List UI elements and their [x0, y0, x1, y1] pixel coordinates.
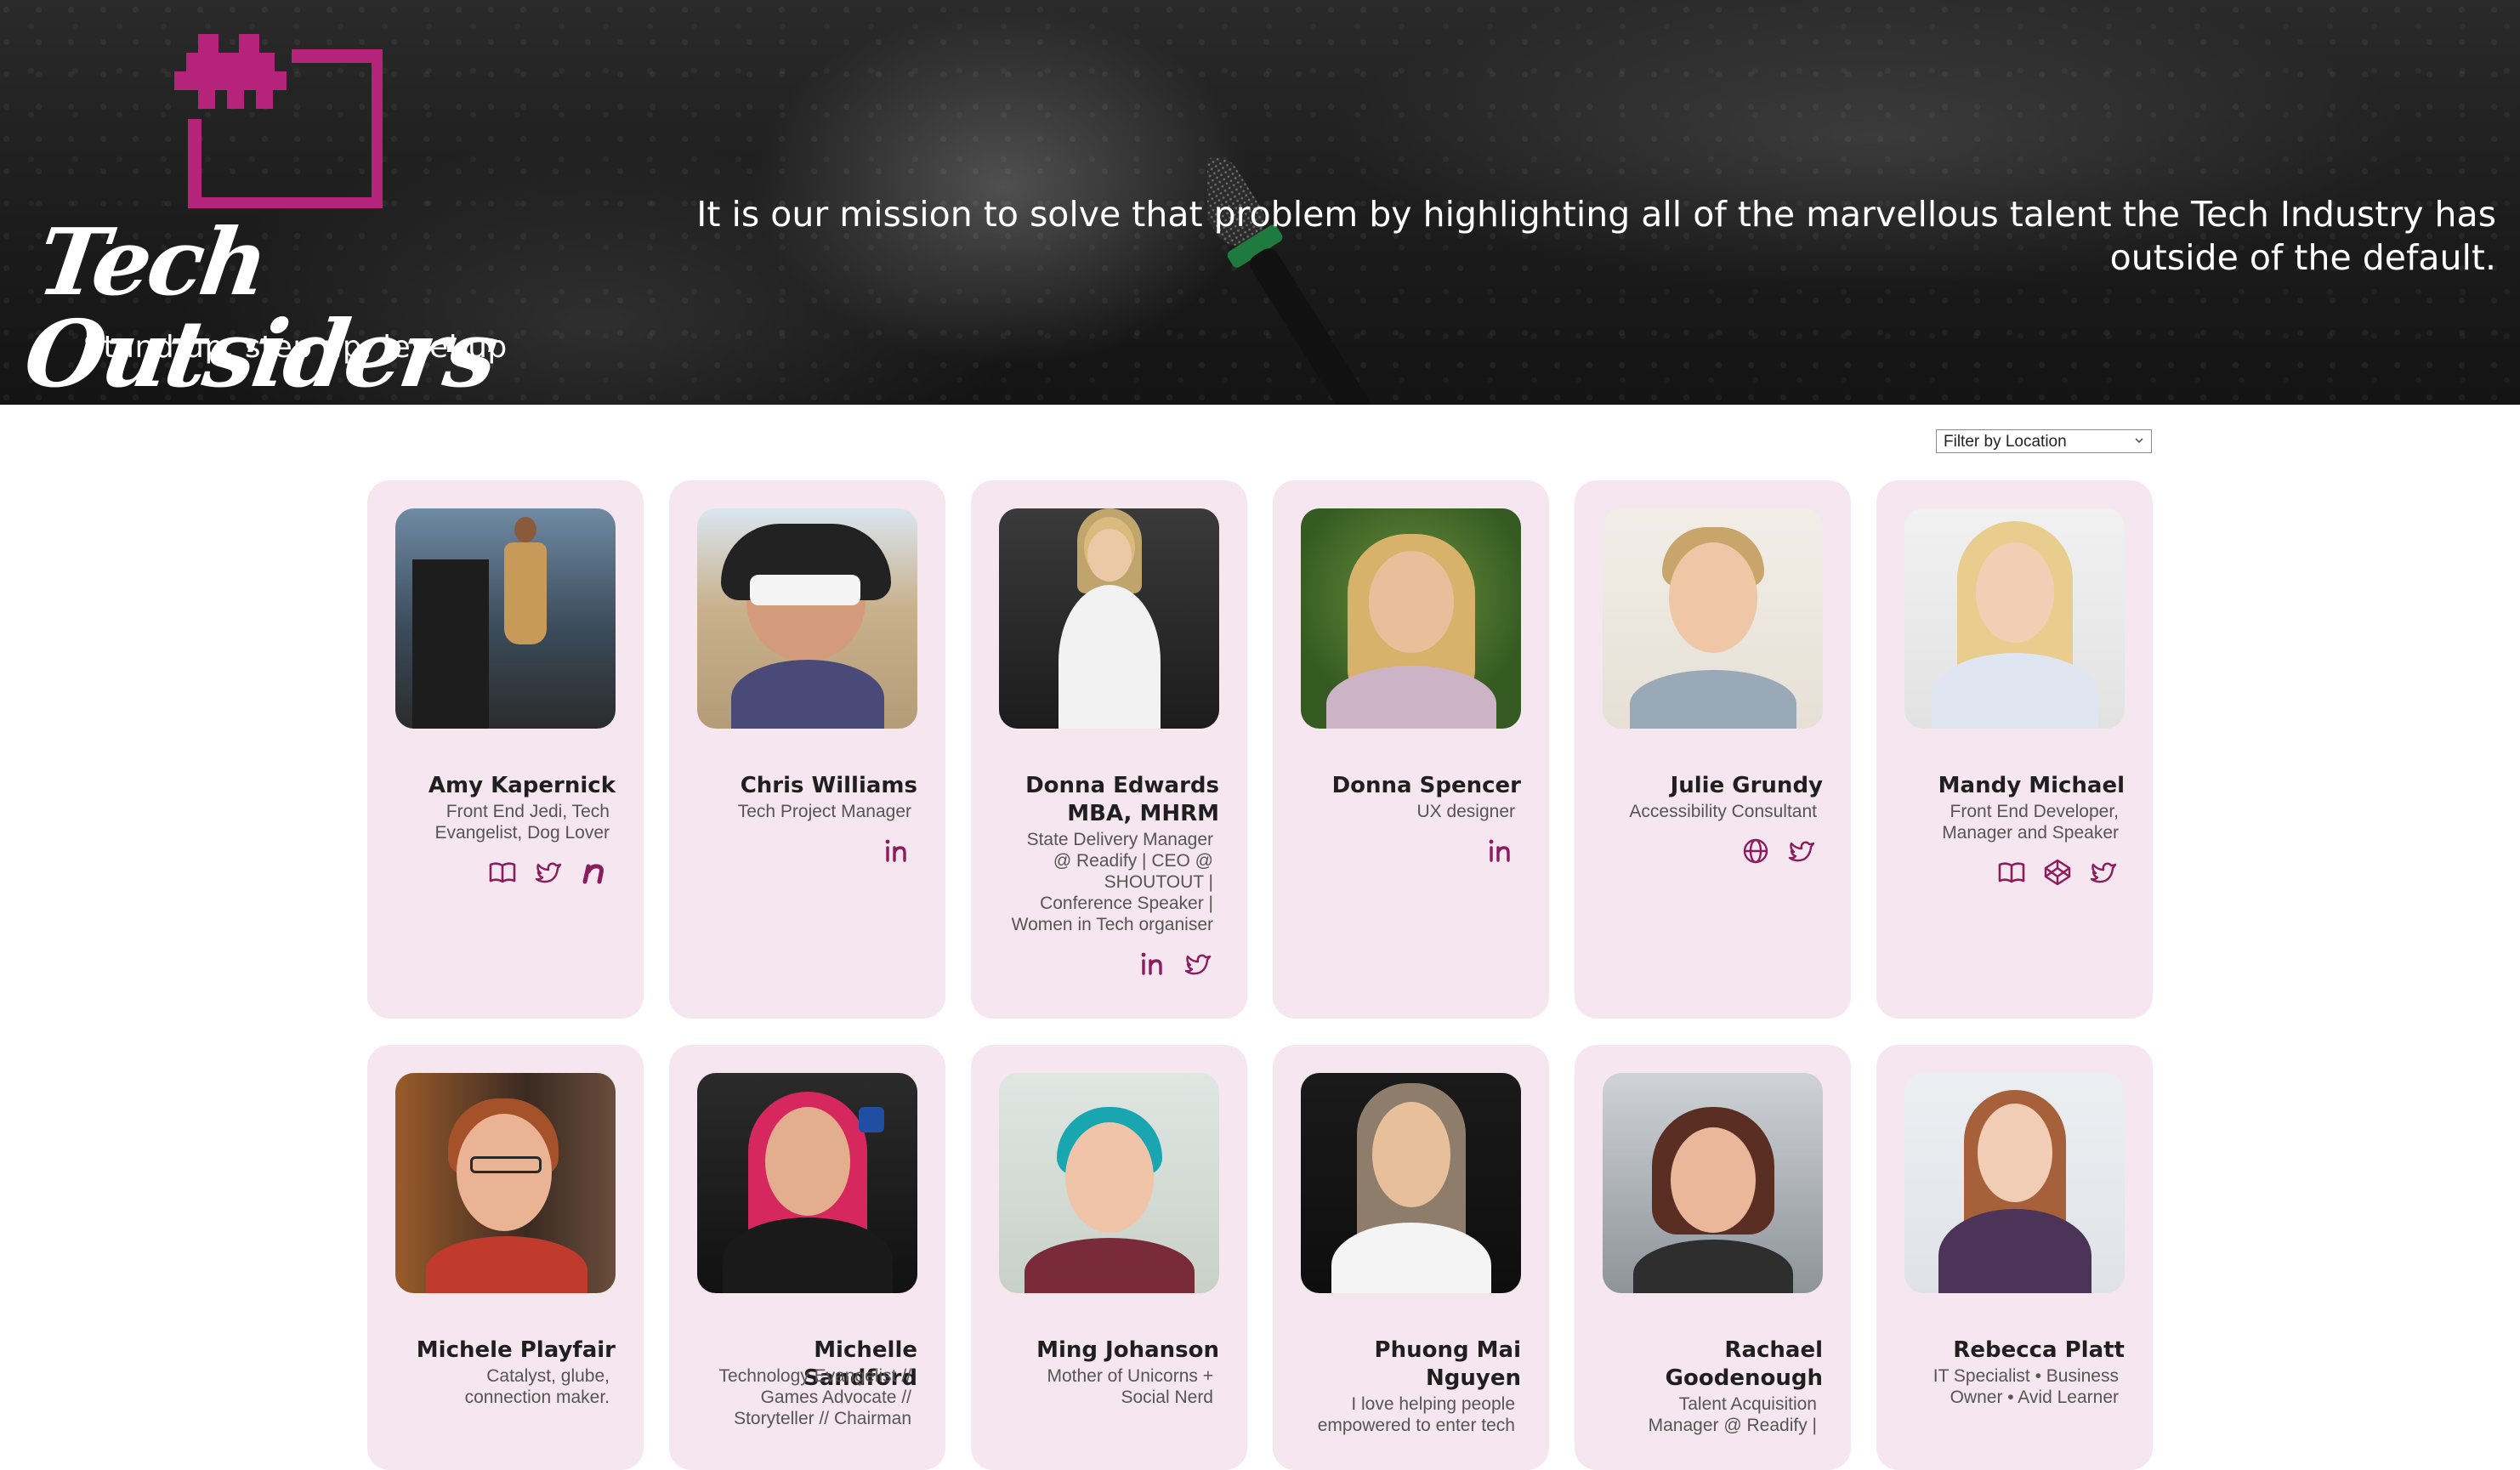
- brand-title: Tech Outsiders: [18, 209, 502, 405]
- person-name: Julie Grundy: [1670, 773, 1823, 798]
- person-name: Ming Johanson: [1036, 1337, 1219, 1363]
- linkedin-icon[interactable]: [1137, 949, 1167, 979]
- person-card[interactable]: Donna Edwards MBA, MHRM State Delivery M…: [971, 480, 1247, 1019]
- person-photo: [395, 508, 616, 729]
- social-links: [487, 857, 610, 888]
- person-card[interactable]: Amy Kapernick Front End Jedi, Tech Evang…: [367, 480, 644, 1019]
- filter-selected-value: Filter by Location: [1944, 433, 2067, 451]
- person-card[interactable]: Ming Johanson Mother of Unicorns + Socia…: [971, 1045, 1247, 1470]
- linkedin-icon[interactable]: [881, 836, 911, 866]
- twitter-icon[interactable]: [1183, 949, 1213, 979]
- person-name: Rachael Goodenough: [1665, 1337, 1823, 1391]
- location-filter-select[interactable]: Filter by Location: [1936, 429, 2152, 453]
- space-invader-logo-icon: [174, 34, 383, 208]
- person-photo: [1301, 508, 1521, 729]
- person-role: I love helping people empowered to enter…: [1317, 1394, 1515, 1435]
- social-links: [1137, 949, 1213, 979]
- person-name: Michele Playfair: [416, 1337, 616, 1363]
- twitter-icon[interactable]: [1786, 836, 1817, 866]
- person-photo: [999, 508, 1219, 729]
- person-role: State Delivery Manager @ Readify | CEO @…: [1011, 830, 1213, 934]
- person-name: Amy Kapernick: [428, 773, 616, 798]
- person-card[interactable]: Donna Spencer UX designer: [1273, 480, 1549, 1019]
- social-links: [1484, 836, 1515, 866]
- person-role: Technology Evangelist // Games Advocate …: [718, 1366, 911, 1428]
- book-icon[interactable]: [487, 857, 518, 888]
- person-name: Phuong Mai Nguyen: [1374, 1337, 1521, 1391]
- person-card[interactable]: Phuong Mai Nguyen I love helping people …: [1273, 1045, 1549, 1470]
- person-photo: [395, 1073, 616, 1293]
- person-role: UX designer: [1416, 802, 1515, 821]
- person-role: Accessibility Consultant: [1629, 802, 1817, 821]
- person-role: Mother of Unicorns + Social Nerd: [1047, 1366, 1213, 1407]
- person-photo: [1904, 508, 2125, 729]
- person-name: Donna Spencer: [1331, 773, 1521, 798]
- person-name: Mandy Michael: [1938, 773, 2125, 798]
- mission-statement: It is our mission to solve that problem …: [696, 194, 2496, 278]
- person-role: Front End Jedi, Tech Evangelist, Dog Lov…: [434, 802, 610, 843]
- hero-banner: Tech Outsiders Stand up, step up, level …: [0, 0, 2520, 405]
- social-links: [1996, 857, 2119, 888]
- person-card[interactable]: Chris Williams Tech Project Manager: [669, 480, 945, 1019]
- person-photo: [999, 1073, 1219, 1293]
- person-card[interactable]: Michelle Sandford Technology Evangelist …: [669, 1045, 945, 1470]
- person-name: Chris Williams: [740, 773, 917, 798]
- book-icon[interactable]: [1996, 857, 2027, 888]
- person-role: Tech Project Manager: [737, 802, 911, 821]
- social-links: [1740, 836, 1817, 866]
- person-role: Catalyst, glube, connection maker.: [464, 1366, 610, 1407]
- person-card[interactable]: Mandy Michael Front End Developer, Manag…: [1876, 480, 2153, 1019]
- person-role: IT Specialist • Business Owner • Avid Le…: [1933, 1366, 2119, 1407]
- person-photo: [1301, 1073, 1521, 1293]
- person-role: Talent Acquisition Manager @ Readify |: [1648, 1394, 1817, 1435]
- person-photo: [1904, 1073, 2125, 1293]
- person-card[interactable]: Julie Grundy Accessibility Consultant: [1575, 480, 1851, 1019]
- brand-tagline: Stand up, step up, level up: [83, 330, 508, 365]
- person-role: Front End Developer, Manager and Speaker: [1942, 802, 2119, 843]
- person-photo: [697, 508, 917, 729]
- person-card[interactable]: Rebecca Platt IT Specialist • Business O…: [1876, 1045, 2153, 1470]
- person-photo: [1603, 1073, 1823, 1293]
- person-card[interactable]: Michele Playfair Catalyst, glube, connec…: [367, 1045, 644, 1470]
- twitter-icon[interactable]: [2088, 857, 2119, 888]
- person-photo: [697, 1073, 917, 1293]
- codepen-icon[interactable]: [2042, 857, 2073, 888]
- person-card[interactable]: Rachael Goodenough Talent Acquisition Ma…: [1575, 1045, 1851, 1470]
- person-name: Rebecca Platt: [1953, 1337, 2125, 1363]
- globe-icon[interactable]: [1740, 836, 1771, 866]
- chevron-down-icon: [2135, 438, 2143, 444]
- social-links: [881, 836, 911, 866]
- linkedin-icon[interactable]: [1484, 836, 1515, 866]
- person-photo: [1603, 508, 1823, 729]
- twitter-icon[interactable]: [533, 857, 564, 888]
- person-name: Donna Edwards MBA, MHRM: [1025, 773, 1219, 826]
- notist-icon[interactable]: [579, 857, 610, 888]
